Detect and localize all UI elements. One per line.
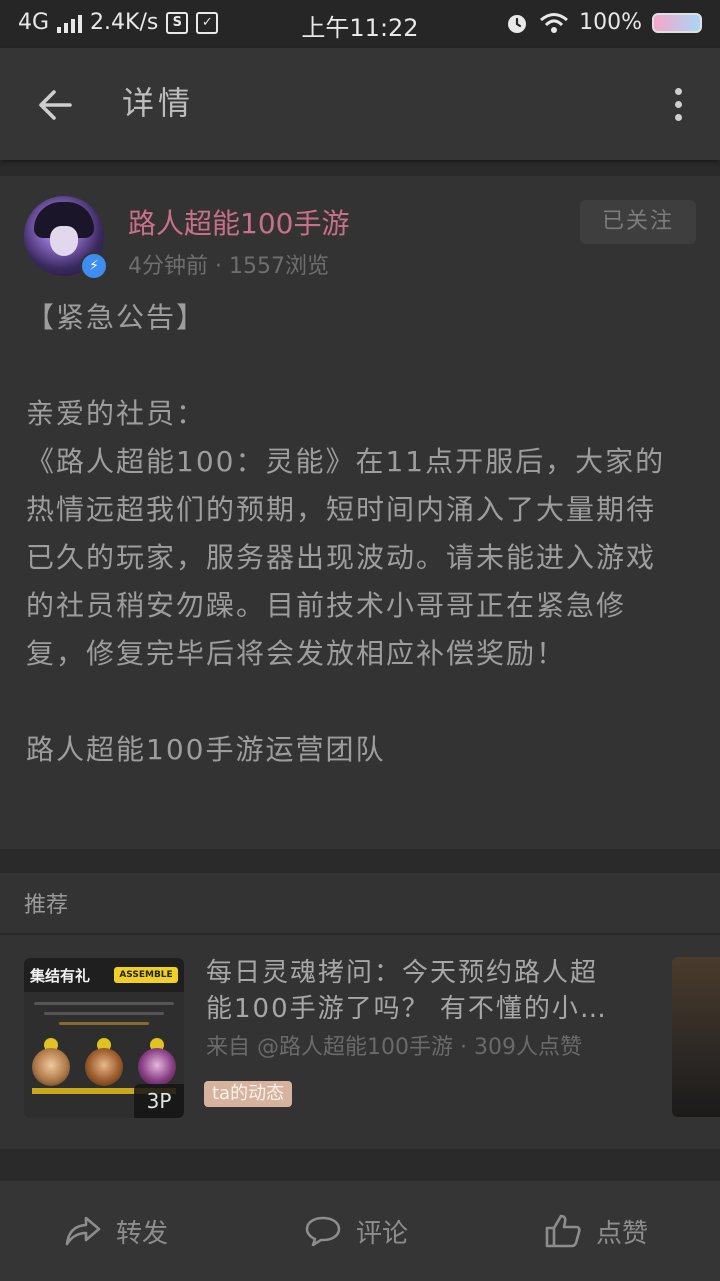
app-bar: 详情 xyxy=(0,48,720,160)
comment-label: 评论 xyxy=(356,1218,409,1249)
comment-icon xyxy=(305,1216,341,1247)
author-name[interactable]: 路人超能100手游 xyxy=(128,202,349,242)
image-count-badge: 3P xyxy=(134,1084,184,1118)
next-recommend-thumbnail[interactable] xyxy=(672,957,720,1117)
post-signature: 路人超能100手游运营团队 xyxy=(26,733,386,766)
post-meta: 4分钟前 · 1557浏览 xyxy=(128,254,329,279)
status-bar: 4G 2.4K/s S ✓ 上午11:22 100% xyxy=(0,0,720,48)
like-icon xyxy=(545,1214,581,1248)
recommend-section: 推荐 集结有礼 ASSEMBLE 3P 每日灵魂拷问：今天预约路人超 能100手… xyxy=(0,873,720,1149)
alarm-icon xyxy=(508,14,527,33)
post-body: 【紧急公告】 亲爱的社员： 《路人超能100：灵能》在11点开服后，大家的热情远… xyxy=(26,294,682,774)
post-card: ⚡ 路人超能100手游 4分钟前 · 1557浏览 已关注 【紧急公告】 亲爱的… xyxy=(0,176,720,849)
share-button[interactable]: 转发 xyxy=(64,1209,168,1253)
follow-button[interactable]: 已关注 xyxy=(580,200,696,244)
battery-percent: 100% xyxy=(579,10,642,35)
recommend-thumbnail[interactable]: 集结有礼 ASSEMBLE 3P xyxy=(24,958,184,1118)
post-greeting: 亲爱的社员： xyxy=(26,397,207,430)
comment-button[interactable]: 评论 xyxy=(304,1209,408,1253)
verified-icon: ⚡ xyxy=(80,252,108,280)
recommend-title-line2: 能100手游了吗？ 有不懂的小… xyxy=(206,994,608,1024)
more-vertical-icon xyxy=(666,88,690,121)
post-paragraph: 《路人超能100：灵能》在11点开服后，大家的热情远超我们的预期，短时间内涌入了… xyxy=(26,445,666,670)
page-title: 详情 xyxy=(122,84,195,122)
thumb-title: 集结有礼 xyxy=(30,967,91,985)
recommend-tag[interactable]: ta的动态 xyxy=(204,1081,293,1107)
more-options-button[interactable] xyxy=(666,84,690,128)
post-headline: 【紧急公告】 xyxy=(26,301,207,334)
share-icon xyxy=(65,1216,101,1246)
recommend-title-line1: 每日灵魂拷问：今天预约路人超 xyxy=(206,958,599,988)
divider xyxy=(0,933,720,935)
status-right: 100% xyxy=(505,10,702,35)
back-arrow-icon xyxy=(39,90,72,120)
wifi-icon xyxy=(540,12,569,33)
recommend-source: 来自 @路人超能100手游 · 309人点赞 xyxy=(206,1035,582,1060)
thumb-tag: ASSEMBLE xyxy=(114,967,178,983)
like-button[interactable]: 点赞 xyxy=(544,1209,648,1253)
thumb-banner: 集结有礼 ASSEMBLE xyxy=(24,958,184,992)
action-bar: 转发 评论 点赞 xyxy=(0,1180,720,1281)
share-label: 转发 xyxy=(116,1218,169,1249)
recommend-header: 推荐 xyxy=(24,893,69,918)
recommend-title[interactable]: 每日灵魂拷问：今天预约路人超 能100手游了吗？ 有不懂的小… xyxy=(206,955,666,1027)
back-button[interactable] xyxy=(30,82,80,128)
like-label: 点赞 xyxy=(596,1218,649,1249)
battery-icon xyxy=(652,12,702,33)
